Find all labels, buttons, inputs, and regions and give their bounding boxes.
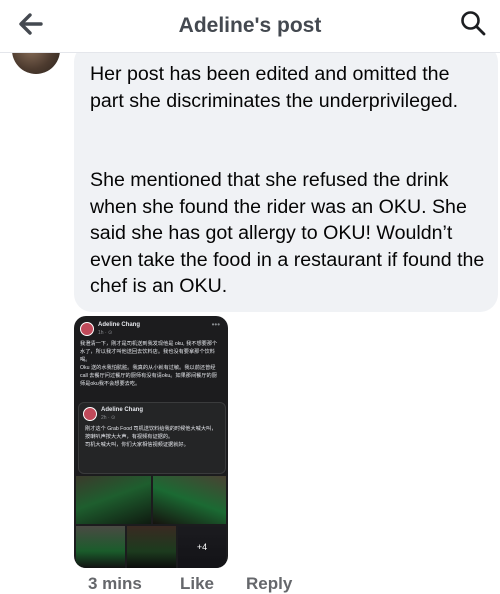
attachment-avatar (80, 322, 94, 336)
reply-button[interactable]: Reply (246, 574, 292, 594)
attachment-text: 我澄清一下，刚才是司机送到我发现他是 oku, 我不想要那个水了，所以我才叫他送… (80, 341, 218, 387)
page-title: Adeline's post (178, 14, 322, 37)
photo-2 (153, 476, 226, 524)
search-button[interactable] (458, 10, 488, 40)
header-divider (0, 52, 500, 53)
attachment-time: 1h · ⊙ (98, 330, 113, 336)
top-bar: Adeline's post (0, 0, 500, 52)
comment-bubble[interactable]: Her post has been edited and omitted the… (74, 44, 498, 312)
comment-paragraph-1: Her post has been edited and omitted the… (90, 63, 459, 112)
shared-time: 2h · ⊙ (101, 415, 116, 421)
more-icon: ••• (211, 320, 220, 329)
attachment-post-header: Adeline Chang 1h · ⊙ ••• (80, 320, 222, 338)
comment-actions: 3 mins Like Reply (88, 574, 388, 594)
shared-text: 刚才这个 Grab Food 司机送饮料给我的时候他大喊大叫，按喇叭声按大大声，… (85, 426, 217, 448)
attached-screenshot[interactable]: Adeline Chang 1h · ⊙ ••• 我澄清一下，刚才是司机送到我发… (74, 316, 228, 568)
photo-grid: +4 (74, 476, 228, 568)
comment-time: 3 mins (88, 574, 142, 593)
photo-3 (76, 526, 125, 568)
shared-avatar (83, 407, 97, 421)
shared-post: Adeline Chang 2h · ⊙ 刚才这个 Grab Food 司机送饮… (78, 402, 226, 474)
attachment-author: Adeline Chang (98, 322, 141, 328)
more-photos-count: +4 (178, 526, 226, 568)
like-button[interactable]: Like (180, 574, 214, 594)
comment-paragraph-2: She mentioned that she refused the drink… (90, 169, 485, 297)
photo-1 (76, 476, 151, 524)
photo-4 (127, 526, 176, 568)
shared-author: Adeline Chang (101, 407, 144, 413)
search-icon (460, 10, 486, 41)
